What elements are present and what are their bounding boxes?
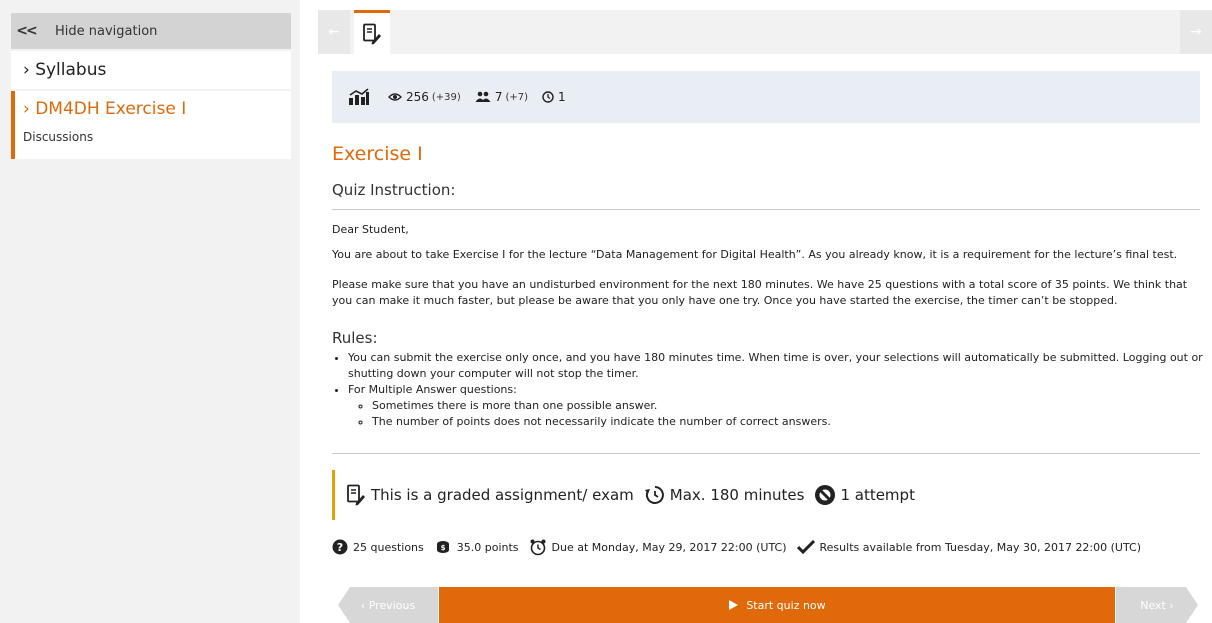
views-count: 256 xyxy=(406,90,429,104)
statistics-panel: 256 (+39) 7 (+7) 1 xyxy=(332,71,1200,123)
tabs-prev-button[interactable]: ← xyxy=(318,10,350,54)
rule-subitem: Sometimes there is more than one possibl… xyxy=(372,398,1212,414)
points-total: 35.0 points xyxy=(456,540,519,554)
results-info: Results available from Tuesday, May 30, … xyxy=(796,540,1142,554)
rule-item: You can submit the exercise only once, a… xyxy=(348,350,1212,382)
results-date-label: Results available from Tuesday, May 30, … xyxy=(819,540,1142,554)
questions-info: ? 25 questions xyxy=(332,539,424,555)
quiz-meta-row: ? 25 questions $ 35.0 points Due at Mond… xyxy=(332,538,1151,556)
rule-item-label: For Multiple Answer questions: xyxy=(348,383,517,396)
due-date-label: Due at Monday, May 29, 2017 22:00 (UTC) xyxy=(551,540,787,554)
nav-subitem-discussions[interactable]: Discussions xyxy=(23,130,93,144)
edit-document-icon xyxy=(347,484,365,506)
page-title: Exercise I xyxy=(332,143,423,165)
divider xyxy=(332,453,1200,454)
time-limit-info: Max. 180 minutes xyxy=(644,484,805,506)
divider xyxy=(332,209,1200,210)
quiz-instruction-heading: Quiz Instruction: xyxy=(332,181,456,199)
coins-icon: $ xyxy=(436,541,449,553)
previous-button[interactable]: ‹ Previous xyxy=(338,587,438,623)
item-tabs-bar xyxy=(318,10,1212,54)
attempts-stat: 1 xyxy=(542,90,566,104)
intro-paragraph: You are about to take Exercise I for the… xyxy=(332,248,1178,261)
nav-item-syllabus[interactable]: › Syllabus xyxy=(11,51,291,89)
users-stat: 7 (+7) xyxy=(475,90,528,104)
graded-assignment-info: This is a graded assignment/ exam xyxy=(345,484,634,506)
views-stat: 256 (+39) xyxy=(388,90,461,104)
users-icon xyxy=(475,91,491,102)
edit-document-icon xyxy=(363,23,381,44)
greeting-text: Dear Student, xyxy=(332,223,409,236)
users-delta: (+7) xyxy=(505,91,528,103)
course-navigation: << Hide navigation › Syllabus › DM4DH Ex… xyxy=(0,0,300,623)
nav-item-syllabus-label: › Syllabus xyxy=(23,60,107,80)
svg-text:$: $ xyxy=(440,544,445,552)
environment-paragraph: Please make sure that you have an undist… xyxy=(332,278,1188,307)
eye-icon xyxy=(388,93,402,101)
start-quiz-label: Start quiz now xyxy=(746,598,826,612)
questions-count: 25 questions xyxy=(353,540,424,554)
question-circle-icon: ? xyxy=(332,539,348,555)
attempts-label: 1 attempt xyxy=(840,486,915,504)
rules-list: You can submit the exercise only once, a… xyxy=(332,350,1212,430)
active-indicator xyxy=(11,91,15,159)
hide-navigation-label: Hide navigation xyxy=(55,23,158,39)
attempts-count: 1 xyxy=(558,90,566,104)
rules-heading: Rules: xyxy=(332,329,378,347)
arrow-left-icon: ← xyxy=(328,24,340,40)
svg-text:?: ? xyxy=(337,541,343,554)
ban-icon xyxy=(815,485,836,505)
views-delta: (+39) xyxy=(431,91,461,103)
start-quiz-button[interactable]: Start quiz now xyxy=(439,587,1115,623)
arrow-right-icon: → xyxy=(1190,24,1202,40)
play-icon xyxy=(729,600,739,610)
graded-assignment-label: This is a graded assignment/ exam xyxy=(371,486,634,504)
chart-icon xyxy=(349,88,369,105)
points-info: $ 35.0 points xyxy=(434,539,519,555)
clock-icon xyxy=(542,91,554,103)
rule-item: For Multiple Answer questions: Sometimes… xyxy=(348,382,1212,430)
timer-icon xyxy=(644,486,664,504)
tabs-next-button[interactable]: → xyxy=(1180,10,1212,54)
nav-item-exercise[interactable]: › DM4DH Exercise I Discussions xyxy=(11,91,291,159)
due-date-info: Due at Monday, May 29, 2017 22:00 (UTC) xyxy=(529,538,787,556)
hide-navigation-button[interactable]: << Hide navigation xyxy=(11,13,291,49)
quiz-navigation-bar: ‹ Previous Start quiz now Next › xyxy=(338,587,1198,623)
alarm-clock-icon xyxy=(530,539,546,556)
nav-item-exercise-label: › DM4DH Exercise I xyxy=(23,99,187,119)
rule-sublist: Sometimes there is more than one possibl… xyxy=(348,398,1212,430)
time-limit-label: Max. 180 minutes xyxy=(669,486,805,504)
rule-subitem: The number of points does not necessaril… xyxy=(372,414,1212,430)
next-button[interactable]: Next › xyxy=(1116,587,1198,623)
double-chevron-left-icon: << xyxy=(16,23,37,39)
tab-quiz[interactable] xyxy=(354,10,390,54)
checkmark-icon xyxy=(796,540,815,554)
attempts-info: 1 attempt xyxy=(814,484,915,506)
users-count: 7 xyxy=(494,90,503,104)
graded-info-box: This is a graded assignment/ exam Max. 1… xyxy=(332,470,925,520)
